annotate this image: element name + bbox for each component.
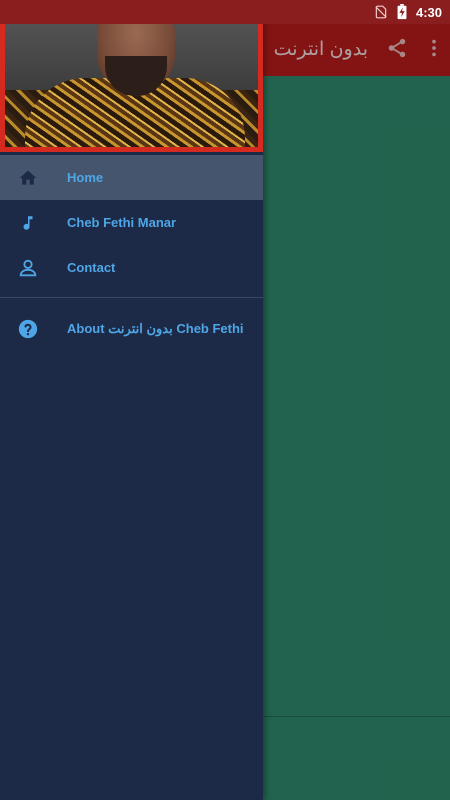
nav-list: Home Cheb Fethi Manar Contact	[0, 155, 263, 290]
nav-item-contact[interactable]: Contact	[0, 245, 263, 290]
person-icon	[16, 256, 40, 280]
nav-label-contact: Contact	[67, 260, 116, 275]
nav-item-cheb-fethi-manar[interactable]: Cheb Fethi Manar	[0, 200, 263, 245]
nav-item-about[interactable]: About بدون انترنت Cheb Fethi	[0, 306, 263, 351]
battery-charging-icon	[396, 4, 408, 20]
no-sim-icon	[374, 5, 388, 19]
nav-label-home: Home	[67, 170, 104, 185]
nav-label-about: About بدون انترنت Cheb Fethi	[67, 320, 244, 336]
status-bar: 4:30	[0, 0, 450, 24]
home-icon	[16, 166, 40, 190]
navigation-drawer: Home Cheb Fethi Manar Contact About بدون…	[0, 0, 263, 800]
nav-item-home[interactable]: Home	[0, 155, 263, 200]
drawer-divider	[0, 297, 263, 298]
music-note-icon	[16, 211, 40, 235]
status-time: 4:30	[415, 4, 442, 20]
nav-label-cheb-fethi-manar: Cheb Fethi Manar	[67, 215, 177, 230]
help-icon	[16, 317, 40, 341]
